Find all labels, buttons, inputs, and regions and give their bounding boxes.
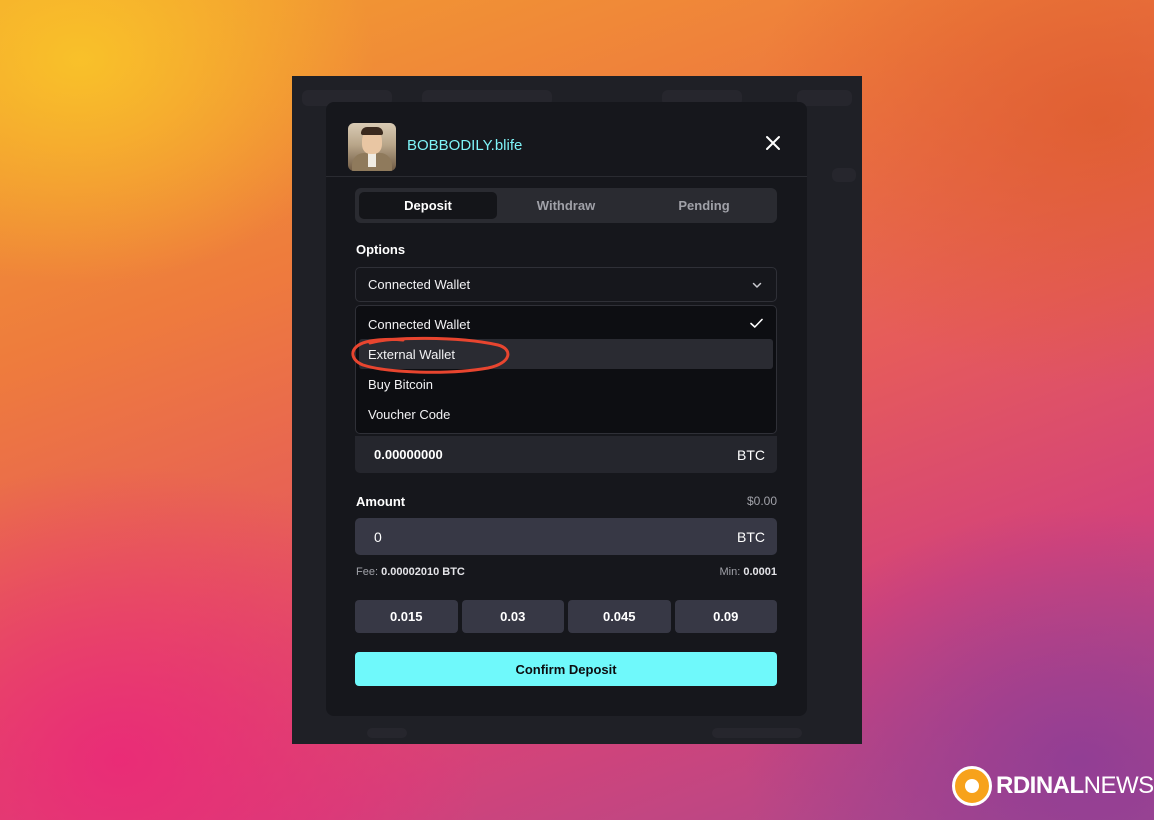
logo-text-light: NEWS <box>1083 772 1154 799</box>
option-label: Buy Bitcoin <box>368 376 434 392</box>
tab-pending[interactable]: Pending <box>635 192 773 219</box>
min-value: 0.0001 <box>743 566 777 578</box>
options-dropdown: Connected Wallet External Wallet Buy Bit… <box>355 305 777 434</box>
logo-o-icon <box>952 766 992 806</box>
preset-button[interactable]: 0.03 <box>461 600 564 633</box>
username: BOBBODILY.blife <box>407 137 523 154</box>
tab-deposit[interactable]: Deposit <box>359 192 497 219</box>
avatar-hair <box>361 127 383 135</box>
deposit-modal: BOBBODILY.blife Deposit Withdraw Pending… <box>326 102 807 716</box>
min-label: Min: <box>719 566 741 578</box>
backdrop-footer-blur <box>367 728 407 738</box>
preset-amounts: 0.015 0.03 0.045 0.09 <box>355 600 777 633</box>
logo-text: RDINALNEWS <box>996 772 1154 800</box>
option-external-wallet[interactable]: External Wallet <box>359 339 773 369</box>
option-connected-wallet[interactable]: Connected Wallet <box>359 309 773 339</box>
avatar-collar <box>368 153 376 167</box>
preset-button[interactable]: 0.015 <box>355 600 458 633</box>
option-voucher-code[interactable]: Voucher Code <box>359 399 773 429</box>
options-select-value: Connected Wallet <box>368 277 471 292</box>
avatar <box>348 123 396 171</box>
balance-value: 0.00000000 <box>374 447 443 462</box>
chevron-down-icon <box>752 282 762 288</box>
check-icon <box>750 318 763 328</box>
tab-bar: Deposit Withdraw Pending <box>355 188 777 223</box>
fee-value: 0.00002010 BTC <box>381 566 465 578</box>
backdrop-footer-blur <box>712 728 802 738</box>
tab-withdraw[interactable]: Withdraw <box>497 192 635 219</box>
amount-input[interactable] <box>374 528 694 545</box>
close-button[interactable] <box>762 132 784 154</box>
options-label: Options <box>356 242 406 257</box>
option-label: Connected Wallet <box>368 316 471 332</box>
amount-field-wrapper: BTC <box>355 518 777 555</box>
option-label: External Wallet <box>368 346 455 362</box>
amount-usd-value: $0.00 <box>746 494 777 508</box>
balance-unit: BTC <box>737 446 765 463</box>
fee-info: Fee: 0.00002010 BTC <box>356 566 465 578</box>
close-icon <box>766 136 780 150</box>
backdrop-side-blur <box>832 168 856 182</box>
logo-text-bold: RDINAL <box>996 772 1084 799</box>
amount-label: Amount <box>356 494 406 509</box>
balance-display: 0.00000000 BTC <box>355 436 777 473</box>
fee-label: Fee: <box>356 566 379 578</box>
options-select[interactable]: Connected Wallet <box>355 267 777 302</box>
preset-button[interactable]: 0.09 <box>674 600 777 633</box>
option-buy-bitcoin[interactable]: Buy Bitcoin <box>359 369 773 399</box>
option-label: Voucher Code <box>368 406 451 422</box>
confirm-deposit-button[interactable]: Confirm Deposit <box>355 652 777 686</box>
preset-button[interactable]: 0.045 <box>568 600 671 633</box>
amount-unit: BTC <box>737 528 765 545</box>
min-info: Min: 0.0001 <box>720 566 778 578</box>
ordinal-news-logo: RDINALNEWS <box>952 766 1154 806</box>
modal-header: BOBBODILY.blife <box>326 102 807 177</box>
